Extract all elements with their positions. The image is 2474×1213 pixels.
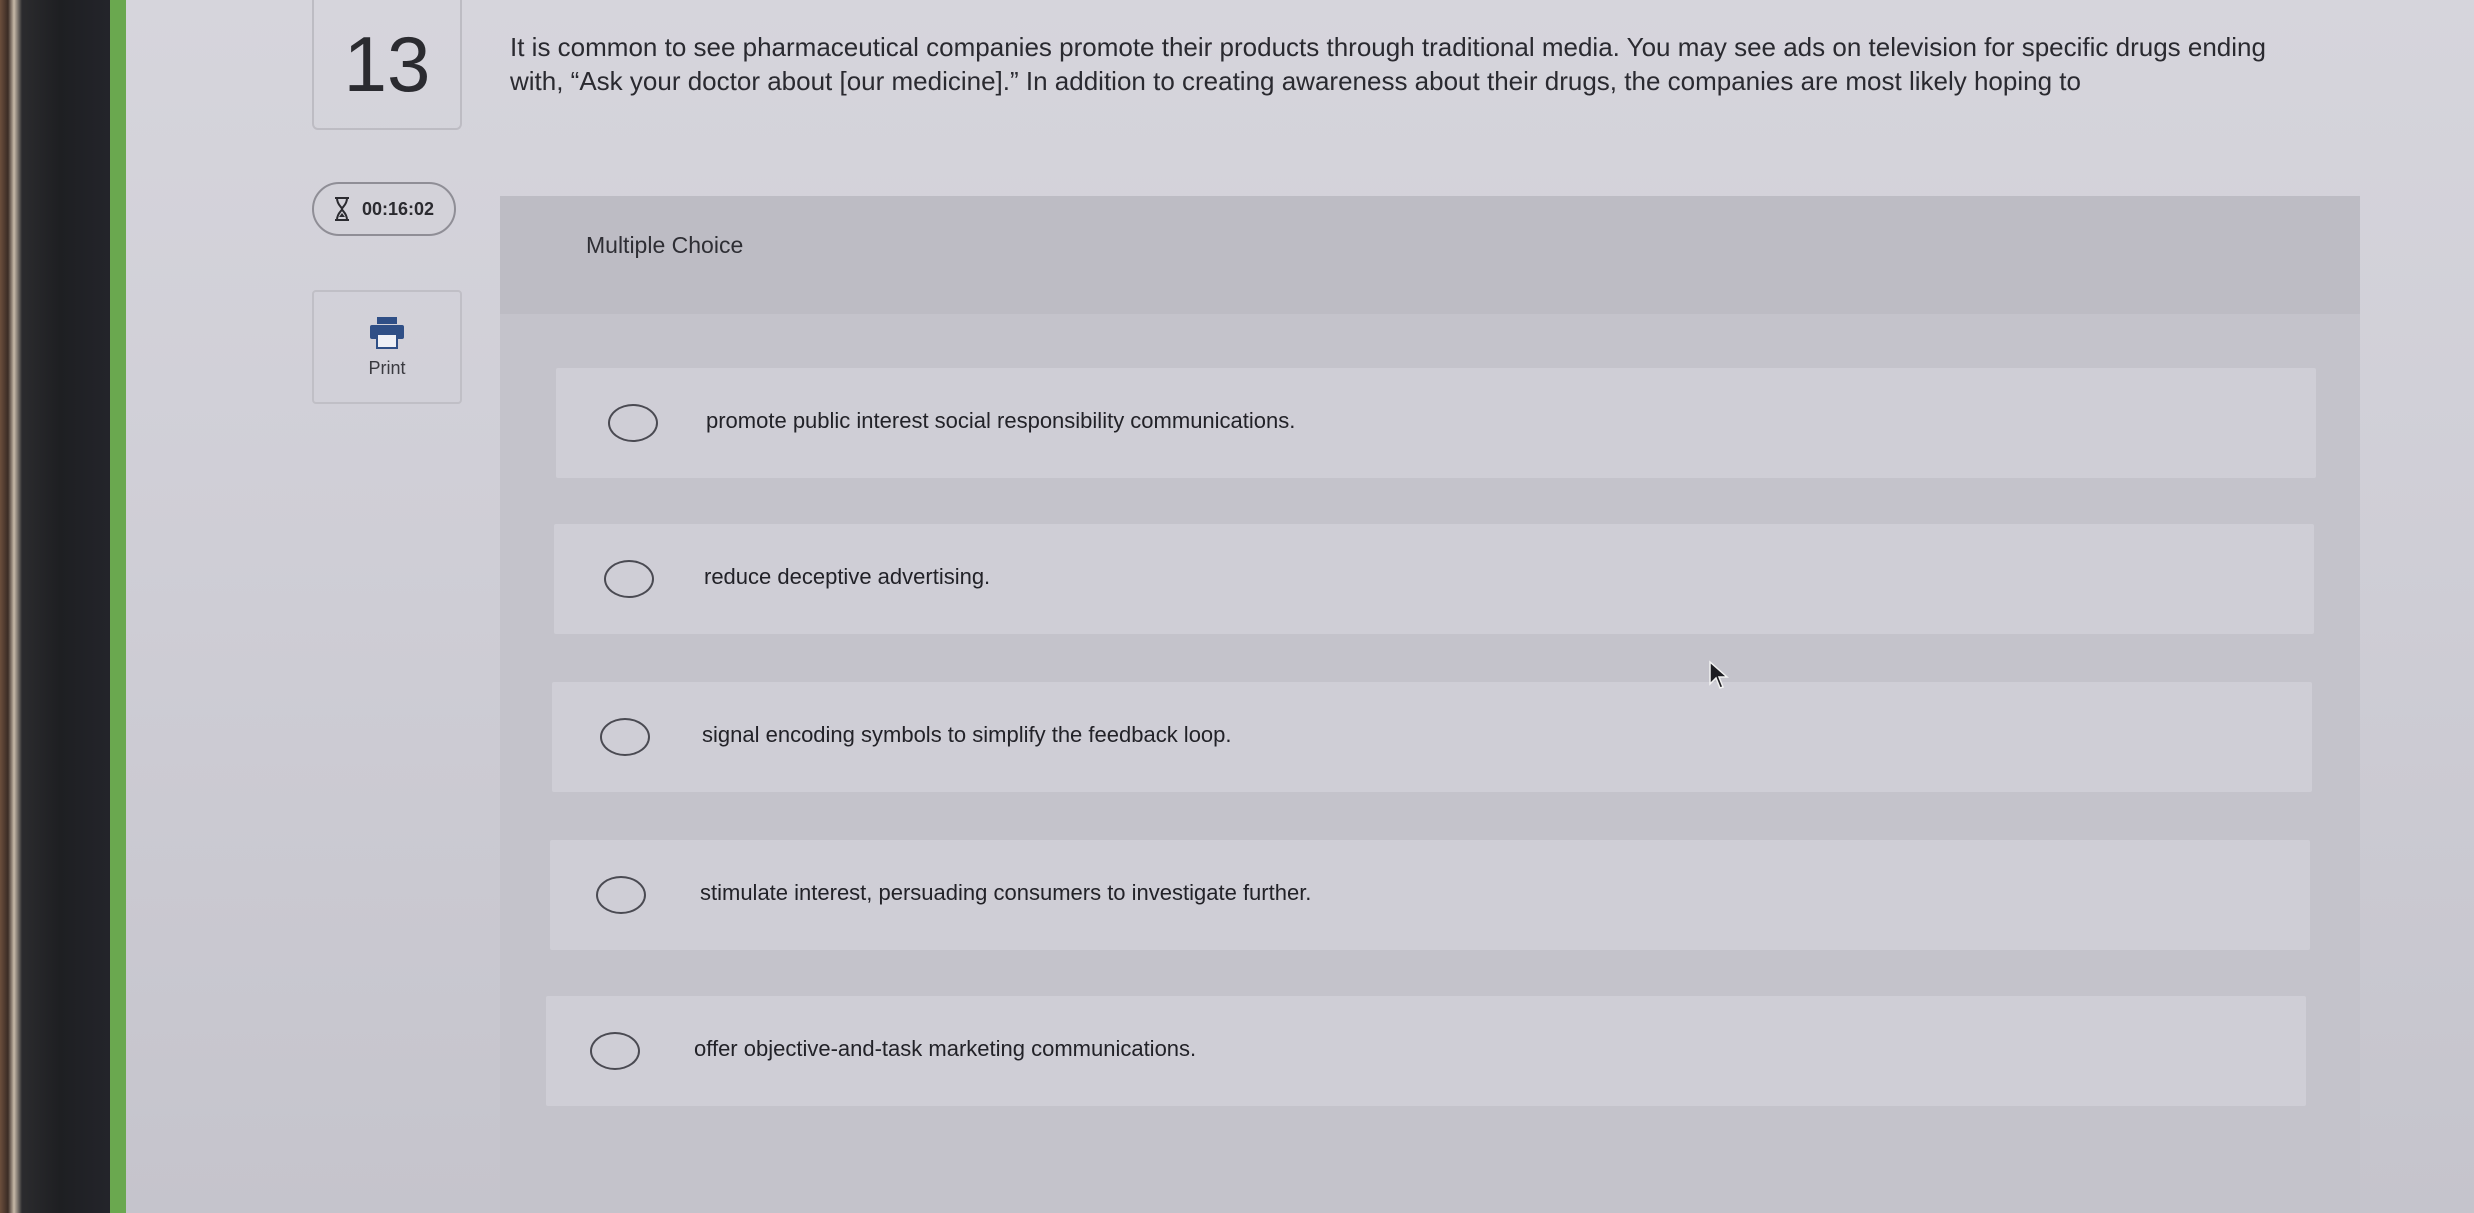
- hourglass-icon: [335, 197, 349, 221]
- question-prompt: It is common to see pharmaceutical compa…: [510, 32, 2266, 96]
- question-panel: Multiple Choice promote public interest …: [500, 196, 2360, 1213]
- answer-option-label: promote public interest social responsib…: [706, 408, 1296, 433]
- answer-option-label: signal encoding symbols to simplify the …: [702, 722, 1232, 747]
- answer-option[interactable]: stimulate interest, persuading consumers…: [550, 840, 2310, 950]
- question-number: 13: [312, 0, 462, 130]
- radio-button[interactable]: [608, 404, 658, 442]
- radio-button[interactable]: [604, 560, 654, 598]
- answer-option-label: offer objective-and-task marketing commu…: [694, 1036, 1197, 1061]
- answer-option[interactable]: promote public interest social responsib…: [556, 368, 2316, 478]
- mouse-cursor-icon: [1709, 660, 1729, 689]
- question-type-label: Multiple Choice: [586, 232, 744, 258]
- app-edge-strip: [110, 0, 126, 1213]
- answer-option[interactable]: reduce deceptive advertising.: [554, 524, 2314, 634]
- radio-button[interactable]: [590, 1032, 640, 1070]
- answer-option-label: stimulate interest, persuading consumers…: [700, 880, 1312, 905]
- print-label: Print: [368, 357, 406, 378]
- radio-button[interactable]: [600, 718, 650, 756]
- question-type-bar: Multiple Choice: [500, 196, 2360, 314]
- radio-button[interactable]: [596, 876, 646, 914]
- monitor-bezel: [0, 0, 110, 1213]
- print-icon: [370, 316, 404, 349]
- answer-option[interactable]: offer objective-and-task marketing commu…: [546, 996, 2306, 1106]
- timer-badge[interactable]: 00:16:02: [312, 182, 456, 236]
- timer-value: 00:16:02: [362, 198, 435, 219]
- print-button[interactable]: Print: [312, 290, 462, 404]
- question-number-text: 13: [343, 19, 431, 108]
- answer-option[interactable]: signal encoding symbols to simplify the …: [552, 682, 2312, 792]
- answer-option-label: reduce deceptive advertising.: [704, 564, 991, 589]
